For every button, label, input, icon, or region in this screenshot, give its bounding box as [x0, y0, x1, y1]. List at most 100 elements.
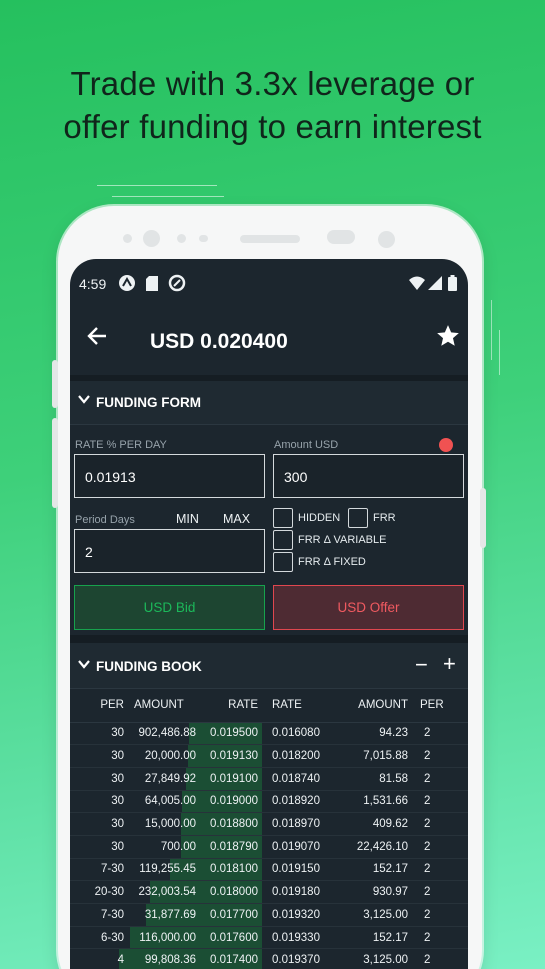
table-cell: 3,125.00: [330, 948, 410, 969]
usd-bid-button[interactable]: USD Bid: [74, 585, 265, 630]
table-cell: 99,808.36: [126, 948, 198, 969]
sd-card-icon: [146, 276, 158, 294]
checkbox-box[interactable]: [348, 508, 368, 528]
hidden-checkbox[interactable]: HIDDEN: [273, 508, 340, 528]
checkbox-label: FRR Δ FIXED: [298, 556, 366, 568]
table-cell: 4: [70, 948, 126, 969]
phone-side-button: [52, 418, 58, 508]
phone-side-button: [52, 360, 58, 408]
usd-offer-button[interactable]: USD Offer: [273, 585, 464, 630]
chevron-down-icon: [78, 658, 90, 673]
table-cell: 0.018970: [262, 812, 330, 836]
table-cell: 0.018790: [198, 835, 262, 859]
table-cell: 116,000.00: [126, 926, 198, 950]
table-cell: 7-30: [70, 903, 126, 927]
table-cell: 7-30: [70, 858, 126, 882]
phone-side-button: [480, 488, 486, 548]
data-saver-icon: [168, 274, 186, 295]
funding-book-table: PER AMOUNT RATE RATE AMOUNT PER 30 902,48…: [70, 689, 468, 969]
table-row[interactable]: 20-30 232,003.54 0.018000 0.019180 930.97 2: [70, 880, 468, 904]
table-cell: 0.018920: [262, 790, 330, 814]
table-cell: 152.17: [330, 858, 410, 882]
table-cell: 30: [70, 744, 126, 768]
favorite-star-icon[interactable]: [435, 323, 461, 356]
table-row[interactable]: 30 27,849.92 0.019100 0.018740 81.58 2: [70, 767, 468, 791]
status-dot: [439, 438, 453, 452]
frr-checkbox[interactable]: FRR: [348, 508, 396, 528]
table-cell: 0.019130: [198, 744, 262, 768]
rate-input[interactable]: 0.01913: [74, 454, 265, 498]
table-cell: 2: [410, 744, 468, 768]
page-title: USD 0.020400: [150, 330, 288, 353]
max-button[interactable]: MAX: [223, 512, 250, 526]
table-cell: 20,000.00: [126, 744, 198, 768]
phone-sensor: [177, 234, 186, 243]
table-cell: 0.019070: [262, 835, 330, 859]
column-header: PER: [410, 689, 468, 723]
checkbox-label: FRR Δ VARIABLE: [298, 534, 387, 546]
table-row[interactable]: 30 64,005.00 0.019000 0.018920 1,531.66 2: [70, 790, 468, 814]
section-title: FUNDING BOOK: [96, 659, 202, 674]
table-cell: 81.58: [330, 767, 410, 791]
table-cell: 0.019320: [262, 903, 330, 927]
table-cell: 0.018800: [198, 812, 262, 836]
table-row[interactable]: 7-30 31,877.69 0.017700 0.019320 3,125.00 2: [70, 903, 468, 927]
table-cell: 0.017700: [198, 903, 262, 927]
table-row[interactable]: 6-30 116,000.00 0.017600 0.019330 152.17 2: [70, 926, 468, 950]
table-row[interactable]: 30 902,486.88 0.019500 0.016080 94.23 2: [70, 722, 468, 746]
table-cell: 2: [410, 790, 468, 814]
table-cell: 31,877.69: [126, 903, 198, 927]
frr-variable-checkbox[interactable]: FRR Δ VARIABLE: [273, 530, 386, 550]
promo-line-2: offer funding to earn interest: [63, 108, 482, 145]
table-cell: 2: [410, 767, 468, 791]
column-header: AMOUNT: [330, 689, 410, 723]
amount-input[interactable]: 300: [273, 454, 464, 498]
phone-sensor: [123, 234, 132, 243]
column-header: RATE: [198, 689, 262, 723]
section-divider: [70, 635, 468, 643]
table-cell: 7,015.88: [330, 744, 410, 768]
period-input[interactable]: 2: [74, 529, 265, 573]
table-cell: 6-30: [70, 926, 126, 950]
table-cell: 0.019000: [198, 790, 262, 814]
phone-speaker: [240, 235, 300, 243]
table-cell: 64,005.00: [126, 790, 198, 814]
checkbox-box[interactable]: [273, 530, 293, 550]
table-cell: 2: [410, 880, 468, 904]
phone-screen: 4:59 USD 0.020400 FUNDING FORM RATE % PE…: [70, 259, 468, 969]
column-header: AMOUNT: [126, 689, 198, 723]
deco-line: [112, 196, 224, 197]
table-row[interactable]: 30 20,000.00 0.019130 0.018200 7,015.88 2: [70, 744, 468, 768]
promo-headline: Trade with 3.3x leverage or offer fundin…: [0, 62, 545, 148]
table-cell: 0.017600: [198, 926, 262, 950]
table-row[interactable]: 30 700.00 0.018790 0.019070 22,426.10 2: [70, 835, 468, 859]
table-cell: 0.019500: [198, 722, 262, 746]
phone-camera: [143, 230, 160, 247]
funding-form-header[interactable]: FUNDING FORM: [70, 381, 468, 425]
table-row[interactable]: 30 15,000.00 0.018800 0.018970 409.62 2: [70, 812, 468, 836]
table-cell: 2: [410, 948, 468, 969]
phone-speaker: [199, 235, 208, 242]
table-row[interactable]: 4 99,808.36 0.017400 0.019370 3,125.00 2: [70, 948, 468, 969]
table-cell: 902,486.88: [126, 722, 198, 746]
checkbox-box[interactable]: [273, 508, 293, 528]
table-cell: 22,426.10: [330, 835, 410, 859]
table-cell: 930.97: [330, 880, 410, 904]
checkbox-box[interactable]: [273, 552, 293, 572]
zoom-out-button[interactable]: −: [415, 652, 428, 678]
min-button[interactable]: MIN: [176, 512, 199, 526]
table-cell: 30: [70, 767, 126, 791]
table-cell: 2: [410, 903, 468, 927]
table-cell: 0.018200: [262, 744, 330, 768]
checkbox-label: FRR: [373, 512, 396, 524]
table-cell: 0.016080: [262, 722, 330, 746]
back-arrow-icon[interactable]: [86, 325, 108, 354]
funding-book-header[interactable]: FUNDING BOOK − +: [70, 643, 468, 689]
column-header: RATE: [262, 689, 330, 723]
app-bar: USD 0.020400: [70, 309, 468, 375]
table-cell: 2: [410, 722, 468, 746]
frr-fixed-checkbox[interactable]: FRR Δ FIXED: [273, 552, 366, 572]
zoom-in-button[interactable]: +: [443, 651, 456, 677]
table-cell: 30: [70, 722, 126, 746]
table-row[interactable]: 7-30 119,255.45 0.018100 0.019150 152.17 2: [70, 858, 468, 882]
